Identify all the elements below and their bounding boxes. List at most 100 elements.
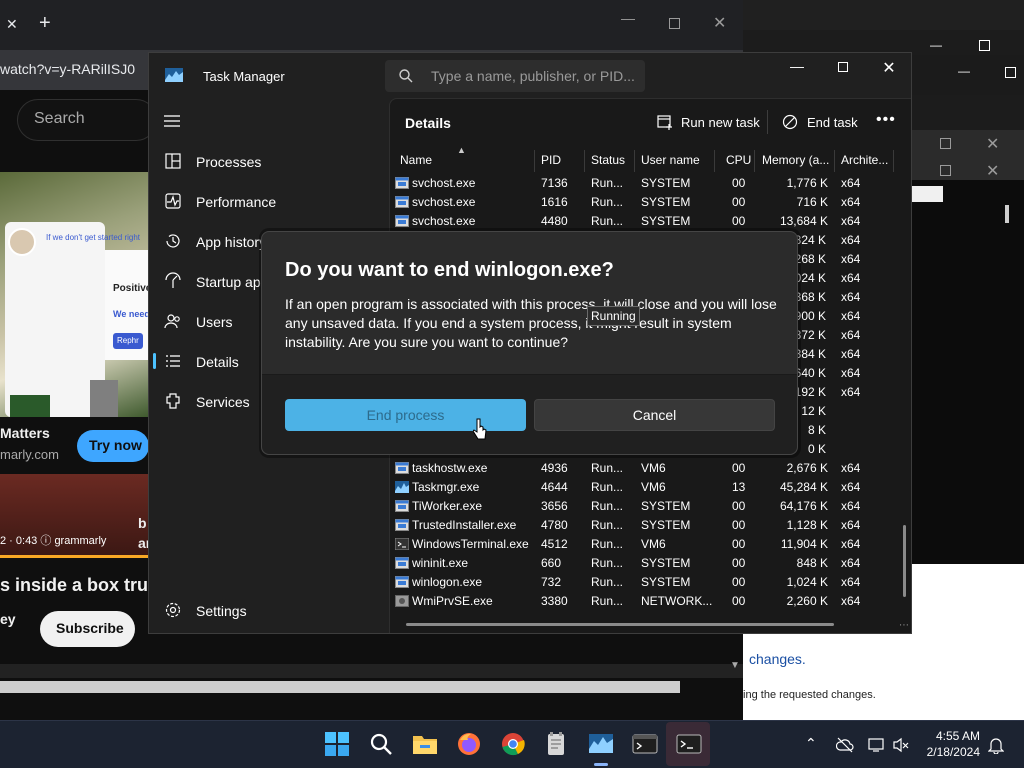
task-manager-icon[interactable] xyxy=(588,731,614,757)
network-icon[interactable] xyxy=(868,737,886,753)
table-row[interactable]: TrustedInstaller.exe 4780 Run... SYSTEM … xyxy=(392,516,902,535)
column-divider[interactable] xyxy=(534,150,535,172)
clock-date[interactable]: 2/18/2024 xyxy=(918,745,980,759)
clock-time[interactable]: 4:55 AM xyxy=(930,729,980,743)
table-row[interactable]: wininit.exe 660 Run... SYSTEM 00 848 K x… xyxy=(392,554,902,573)
column-header-cpu[interactable]: CPU xyxy=(726,153,751,167)
process-memory: 13,684 K xyxy=(779,214,828,228)
update-changes-link[interactable]: changes. xyxy=(749,651,806,667)
close-icon[interactable]: ✕ xyxy=(986,161,999,181)
column-divider[interactable] xyxy=(634,150,635,172)
column-divider[interactable] xyxy=(834,150,835,172)
process-memory: 11,904 K xyxy=(780,537,828,551)
column-divider[interactable] xyxy=(893,150,894,172)
close-icon[interactable]: ✕ xyxy=(866,58,912,78)
resize-grip-icon[interactable]: ⋯ xyxy=(899,620,909,631)
minimize-icon[interactable]: — xyxy=(958,64,970,78)
sidebar-item-label: Details xyxy=(196,354,239,370)
users-icon xyxy=(164,314,180,329)
terminal-icon[interactable] xyxy=(632,731,658,757)
task-manager-icon xyxy=(395,481,409,493)
more-options-icon[interactable]: ••• xyxy=(876,111,896,129)
table-row[interactable]: WindowsTerminal.exe 4512 Run... VM6 00 1… xyxy=(392,535,902,554)
sidebar-item-performance[interactable]: Performance xyxy=(150,188,388,218)
tab-close-icon[interactable]: ✕ xyxy=(6,16,18,33)
process-memory: 1,024 K xyxy=(786,575,828,589)
process-cpu: 00 xyxy=(732,594,746,608)
column-header-architecture[interactable]: Archite... xyxy=(841,153,888,167)
notification-bell-icon[interactable] xyxy=(988,736,1004,754)
column-divider[interactable] xyxy=(714,150,715,172)
column-header-status[interactable]: Status xyxy=(591,153,625,167)
video-title[interactable]: s inside a box tru xyxy=(0,575,148,596)
start-icon[interactable] xyxy=(324,731,350,757)
process-name: winlogon.exe xyxy=(412,575,483,589)
console-cursor-block xyxy=(911,186,943,202)
ad-title[interactable]: Matters xyxy=(0,425,50,441)
maximize-icon[interactable] xyxy=(940,165,951,176)
process-architecture: x64 xyxy=(841,290,861,304)
table-row[interactable]: winlogon.exe 732 Run... SYSTEM 00 1,024 … xyxy=(392,573,902,592)
column-header-pid[interactable]: PID xyxy=(541,153,561,167)
table-row[interactable]: svchost.exe 7136 Run... SYSTEM 00 1,776 … xyxy=(392,174,902,193)
close-icon[interactable]: ✕ xyxy=(986,134,999,154)
process-name: WmiPrvSE.exe xyxy=(412,594,493,608)
ad-card-text: If we don't get started right xyxy=(46,233,141,242)
maximize-icon[interactable] xyxy=(838,62,848,72)
maximize-icon[interactable] xyxy=(669,18,680,29)
process-cpu: 00 xyxy=(732,499,746,513)
process-cpu: 13 xyxy=(732,480,746,494)
process-pid: 3380 xyxy=(541,594,568,608)
hamburger-menu-icon[interactable] xyxy=(164,114,180,128)
channel-name[interactable]: ey xyxy=(0,611,16,627)
column-header-user[interactable]: User name xyxy=(641,153,700,167)
run-new-task-icon xyxy=(657,115,672,130)
horizontal-scrollbar[interactable] xyxy=(0,681,680,693)
process-status: Run... xyxy=(591,499,624,513)
table-row[interactable]: taskhostw.exe 4936 Run... VM6 00 2,676 K… xyxy=(392,459,902,478)
table-row[interactable]: TiWorker.exe 3656 Run... SYSTEM 00 64,17… xyxy=(392,497,902,516)
column-header-name[interactable]: Name xyxy=(400,153,432,167)
column-header-memory[interactable]: Memory (a... xyxy=(762,153,829,167)
end-process-label: End process xyxy=(366,407,445,423)
maximize-icon[interactable] xyxy=(940,138,951,149)
console-scrollbar[interactable] xyxy=(1005,205,1009,223)
search-placeholder: Search xyxy=(34,110,85,127)
process-architecture: x64 xyxy=(841,347,861,361)
sidebar-item-processes[interactable]: Processes xyxy=(150,148,388,178)
column-divider[interactable] xyxy=(754,150,755,172)
notepad-icon[interactable] xyxy=(544,731,570,757)
minimize-icon[interactable]: — xyxy=(621,10,635,26)
table-row[interactable]: Taskmgr.exe 4644 Run... VM6 13 45,284 K … xyxy=(392,478,902,497)
process-name: svchost.exe xyxy=(412,195,476,209)
file-explorer-icon[interactable] xyxy=(412,731,438,757)
chevron-up-icon[interactable]: ⌃ xyxy=(805,735,817,752)
volume-muted-icon[interactable] xyxy=(892,737,910,753)
address-bar-url[interactable]: watch?v=y-RARilISJ0 xyxy=(0,61,135,77)
chrome-icon[interactable] xyxy=(500,731,526,757)
search-icon[interactable] xyxy=(368,731,394,757)
plus-icon[interactable]: + xyxy=(39,12,51,35)
sidebar-item-settings[interactable]: Settings xyxy=(150,597,388,627)
process-status: Run... xyxy=(591,461,624,475)
vertical-scrollbar[interactable] xyxy=(903,525,906,597)
maximize-icon[interactable] xyxy=(1005,67,1016,78)
chevron-down-icon[interactable]: ▼ xyxy=(730,660,740,671)
info-icon[interactable]: ⓘ xyxy=(40,535,51,547)
sidebar-item-label: App history xyxy=(196,234,267,250)
close-icon[interactable]: ✕ xyxy=(713,13,726,33)
process-architecture: x64 xyxy=(841,518,861,532)
minimize-icon[interactable]: — xyxy=(774,58,820,74)
maximize-icon[interactable] xyxy=(979,40,990,51)
minimize-icon[interactable]: — xyxy=(930,38,942,52)
firefox-icon[interactable] xyxy=(456,731,482,757)
window-app-icon xyxy=(395,462,409,474)
window-app-icon xyxy=(395,177,409,189)
terminal-icon[interactable] xyxy=(676,731,702,757)
process-pid: 4936 xyxy=(541,461,568,475)
column-divider[interactable] xyxy=(584,150,585,172)
table-row[interactable]: WmiPrvSE.exe 3380 Run... NETWORK... 00 2… xyxy=(392,592,902,611)
cloud-offline-icon[interactable] xyxy=(836,737,854,753)
horizontal-scrollbar[interactable] xyxy=(406,623,834,626)
table-row[interactable]: svchost.exe 1616 Run... SYSTEM 00 716 K … xyxy=(392,193,902,212)
